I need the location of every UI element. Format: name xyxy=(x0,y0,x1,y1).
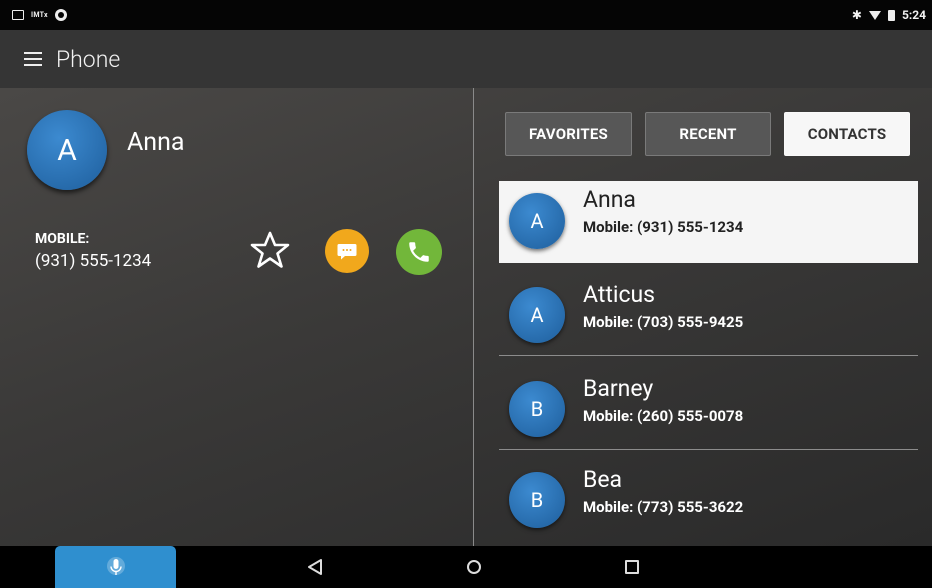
tab-recent[interactable]: RECENT xyxy=(645,112,771,156)
recents-square-icon[interactable] xyxy=(625,560,639,574)
contact-phone: Mobile: (703) 555-9425 xyxy=(583,313,744,331)
microphone-icon xyxy=(106,557,125,575)
list-divider xyxy=(499,449,918,450)
message-button[interactable] xyxy=(325,229,369,273)
screenshot-notification-icon xyxy=(12,10,24,20)
message-icon xyxy=(337,244,357,260)
detail-phone-number[interactable]: (931) 555-1234 xyxy=(35,251,151,271)
main-content: A Anna MOBILE: (931) 555-1234 FAVORITES … xyxy=(0,88,932,546)
contact-row-anna[interactable]: A Anna Mobile: (931) 555-1234 xyxy=(499,181,918,263)
status-bar-right: ✱ 5:24 xyxy=(852,8,926,22)
contact-row-barney[interactable]: B Barney Mobile: (260) 555-0078 xyxy=(499,367,918,449)
pane-divider xyxy=(473,88,474,546)
contact-avatar: A xyxy=(509,287,565,343)
wifi-icon xyxy=(868,10,881,20)
detail-contact-name: Anna xyxy=(127,128,185,157)
contact-avatar: B xyxy=(509,472,565,528)
menu-icon[interactable] xyxy=(24,52,42,66)
contact-name: Anna xyxy=(583,186,636,213)
contact-name: Atticus xyxy=(583,281,656,308)
contact-phone: Mobile: (931) 555-1234 xyxy=(583,218,744,236)
phone-type-label: MOBILE: xyxy=(35,231,90,247)
contact-name: Barney xyxy=(583,375,654,402)
call-button[interactable] xyxy=(396,229,442,275)
list-divider xyxy=(499,355,918,356)
contact-phone: Mobile: (260) 555-0078 xyxy=(583,407,744,425)
tab-contacts[interactable]: CONTACTS xyxy=(784,112,910,156)
navigation-bar xyxy=(0,546,932,588)
status-bar: IMTx ✱ 5:24 xyxy=(0,0,932,30)
tab-favorites[interactable]: FAVORITES xyxy=(505,112,632,156)
contact-phone: Mobile: (773) 555-3622 xyxy=(583,498,744,516)
steering-wheel-icon xyxy=(54,9,67,21)
contact-row-bea[interactable]: B Bea Mobile: (773) 555-3622 xyxy=(499,458,918,540)
clock: 5:24 xyxy=(901,8,926,22)
app-bar: Phone xyxy=(0,30,932,88)
contact-avatar: B xyxy=(509,381,565,437)
contact-row-atticus[interactable]: A Atticus Mobile: (703) 555-9425 xyxy=(499,273,918,355)
voice-button[interactable] xyxy=(55,546,176,588)
notification-text: IMTx xyxy=(31,11,48,19)
phone-icon xyxy=(409,242,429,262)
star-outline-icon[interactable] xyxy=(248,228,292,272)
detail-avatar: A xyxy=(27,110,107,190)
status-bar-left: IMTx xyxy=(12,9,67,21)
bluetooth-icon: ✱ xyxy=(851,8,862,22)
contact-name: Bea xyxy=(583,466,623,493)
battery-icon xyxy=(887,9,895,21)
back-triangle-icon[interactable] xyxy=(307,558,323,580)
app-title: Phone xyxy=(56,45,121,73)
home-circle-icon[interactable] xyxy=(467,560,481,574)
contact-avatar: A xyxy=(509,193,565,249)
